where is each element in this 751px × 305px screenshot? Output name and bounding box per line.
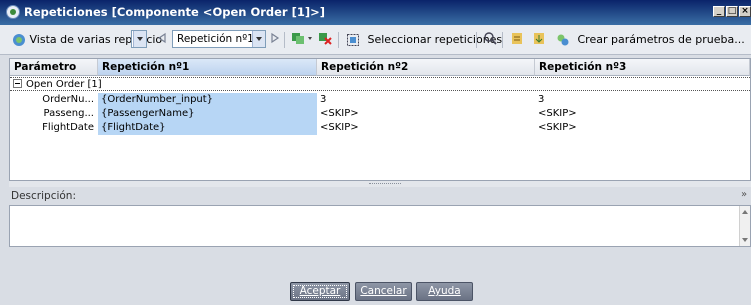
search-icon[interactable] [483, 31, 497, 49]
rep2-cell[interactable]: <SKIP> [317, 121, 535, 135]
scroll-up-icon[interactable] [742, 210, 748, 214]
cancel-button[interactable]: Cancelar [355, 282, 412, 301]
separator [338, 32, 339, 48]
footer: Aceptar Cancelar Ayuda [0, 272, 751, 305]
rep3-cell[interactable]: <SKIP> [535, 107, 750, 121]
column-header-rep2[interactable]: Repetición nº2 [317, 59, 535, 76]
select-repetitions-icon [346, 33, 360, 47]
group-row[interactable]: Open Order [1] [10, 77, 750, 91]
rep3-cell[interactable]: 3 [535, 93, 750, 107]
export-icon[interactable] [532, 31, 546, 49]
collapse-icon[interactable] [13, 78, 22, 88]
title-bar: Repeticiones [Componente <Open Order [1]… [0, 0, 751, 25]
app-icon [6, 5, 20, 19]
scroll-down-icon[interactable] [742, 238, 748, 242]
collapse-chevron-icon[interactable]: » [741, 189, 747, 200]
repetitions-grid: Parámetro Repetición nº1 Repetición nº2 … [9, 58, 751, 181]
description-field[interactable] [9, 205, 751, 247]
param-cell: OrderNu... [42, 94, 94, 105]
create-params-icon [556, 33, 570, 47]
accept-button[interactable]: Aceptar [290, 282, 350, 301]
close-icon[interactable]: × [739, 6, 751, 17]
description-scrollbar[interactable] [739, 206, 750, 246]
param-cell: Passeng... [43, 108, 94, 119]
column-header-parameter[interactable]: Parámetro [10, 59, 98, 76]
minimize-icon[interactable]: _ [713, 6, 725, 17]
rep2-cell[interactable]: 3 [317, 93, 535, 107]
rep1-cell[interactable]: {PassengerName} [98, 107, 317, 121]
repetition-combo-value: Repetición nº1 [177, 33, 254, 45]
column-header-rep1[interactable]: Repetición nº1 [98, 59, 317, 76]
view-icon [12, 33, 26, 47]
next-arrow-icon[interactable] [269, 31, 281, 49]
help-button[interactable]: Ayuda [416, 282, 473, 301]
repetition-combo[interactable]: Repetición nº1 [172, 30, 266, 48]
create-params-label: Crear parámetros de prueba... [577, 33, 745, 46]
import-icon[interactable] [510, 31, 524, 49]
chevron-down-icon [252, 31, 265, 47]
rep2-cell[interactable]: <SKIP> [317, 107, 535, 121]
view-dropdown-button[interactable] [131, 30, 147, 48]
group-label: Open Order [1] [26, 79, 102, 90]
rep1-cell[interactable]: {FlightDate} [98, 121, 317, 135]
rep3-cell[interactable]: <SKIP> [535, 121, 750, 135]
select-repetitions-button[interactable]: Seleccionar repeticiones [346, 31, 502, 49]
column-header-rep3[interactable]: Repetición nº3 [535, 59, 750, 76]
rep1-cell[interactable]: {OrderNumber_input} [98, 93, 317, 107]
prev-arrow-icon[interactable] [156, 31, 168, 49]
delete-repetition-icon[interactable] [318, 31, 332, 49]
description-label: Descripción: [11, 190, 76, 202]
create-params-button[interactable]: Crear parámetros de prueba... [556, 31, 745, 49]
separator [476, 32, 477, 48]
separator [502, 32, 503, 48]
toolbar: Vista de varias repeticio Repetición nº1… [0, 25, 751, 55]
splitter-handle[interactable] [9, 181, 751, 187]
add-repetition-icon[interactable] [291, 31, 315, 49]
window-title: Repeticiones [Componente <Open Order [1]… [24, 5, 325, 19]
maximize-icon[interactable]: □ [726, 6, 738, 17]
param-cell: FlightDate [42, 122, 94, 133]
separator [284, 32, 285, 48]
select-repetitions-label: Seleccionar repeticiones [367, 33, 503, 46]
